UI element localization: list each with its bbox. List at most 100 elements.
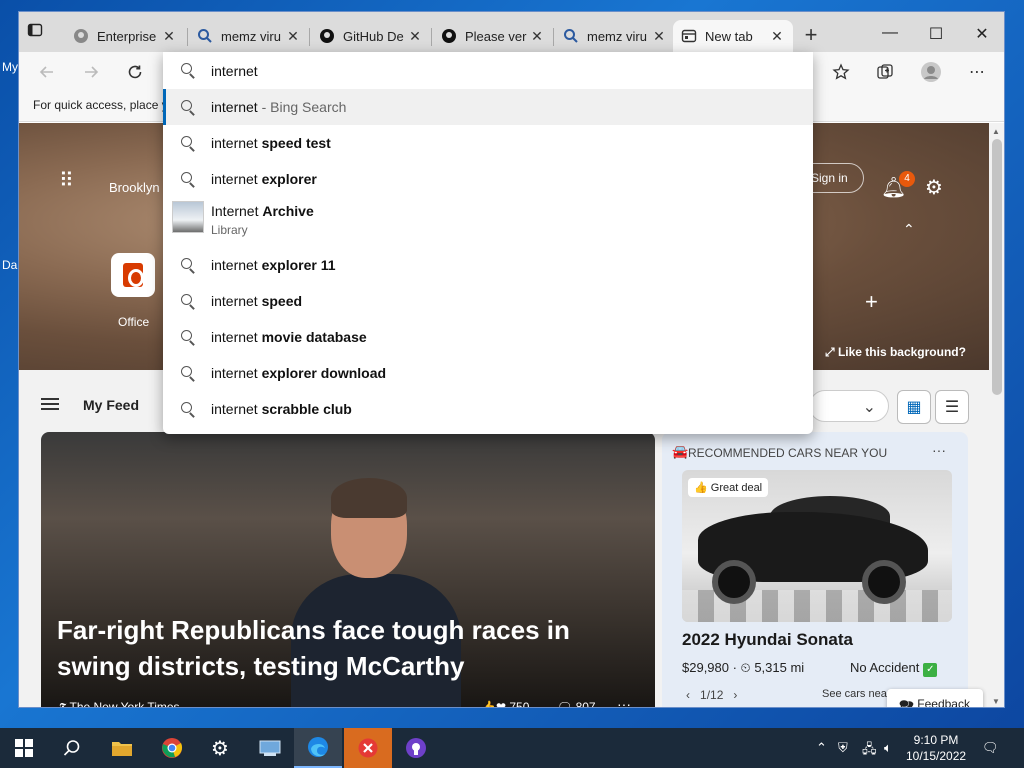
- maximize-button[interactable]: ☐: [921, 24, 951, 44]
- scroll-up-arrow[interactable]: ▲: [992, 127, 1000, 136]
- tab-github-de[interactable]: GitHub De ✕: [311, 20, 431, 52]
- red-x-app-button[interactable]: [344, 728, 392, 768]
- suggestion-item[interactable]: internet scrabble club: [163, 391, 813, 427]
- taskbar-search-button[interactable]: [48, 728, 96, 768]
- tab-close-button[interactable]: ✕: [407, 28, 423, 45]
- my-feed-tab[interactable]: My Feed: [83, 397, 139, 413]
- reactions-button[interactable]: 👍❤ 750: [481, 700, 529, 707]
- main-news-card[interactable]: Far-right Republicans face tough races i…: [41, 432, 655, 708]
- notification-center-icon[interactable]: 🗨: [982, 740, 999, 756]
- avatar-icon: [921, 62, 941, 82]
- article-source-name: The New York Times: [69, 700, 180, 708]
- article-more-button[interactable]: ···: [617, 696, 631, 707]
- tab-close-button[interactable]: ✕: [769, 28, 785, 45]
- address-input[interactable]: [211, 61, 771, 81]
- tab-memz-1[interactable]: memz viru ✕: [189, 20, 309, 52]
- forward-button[interactable]: [79, 60, 103, 84]
- chrome-button[interactable]: [148, 728, 196, 768]
- tab-close-button[interactable]: ✕: [529, 28, 545, 45]
- like-background-link[interactable]: ⤢ Like this background?: [825, 345, 966, 360]
- settings-more-button[interactable]: ⋯: [965, 60, 989, 84]
- tab-close-button[interactable]: ✕: [651, 28, 667, 45]
- suggestion-item[interactable]: internet explorer: [163, 161, 813, 197]
- tab-actions-icon: [27, 23, 43, 37]
- network-app-button[interactable]: [246, 728, 294, 768]
- search-icon-handle: [189, 182, 195, 188]
- no-accident-label: No Accident: [850, 660, 920, 675]
- volume-icon[interactable]: 🔈︎: [884, 740, 892, 756]
- grid-view-button[interactable]: ▦: [897, 390, 931, 424]
- article-source[interactable]: 𝕿 The New York Times: [59, 700, 180, 708]
- address-bar[interactable]: [163, 52, 813, 88]
- suggestion-item[interactable]: internet - Bing Search: [163, 89, 813, 125]
- article-headline[interactable]: Far-right Republicans face tough races i…: [57, 612, 627, 684]
- favorites-star-icon: [832, 63, 850, 80]
- file-explorer-button[interactable]: [98, 728, 146, 768]
- desktop-icon-label[interactable]: Da: [2, 258, 17, 272]
- pager-next-icon[interactable]: ›: [730, 688, 737, 702]
- suggestion-text: internet speed: [211, 293, 302, 309]
- feed-menu-icon[interactable]: [41, 398, 59, 410]
- tab-close-button[interactable]: ✕: [285, 28, 301, 45]
- tab-please-verify[interactable]: Please ver ✕: [433, 20, 553, 52]
- desktop-icon-label[interactable]: My: [2, 60, 18, 74]
- tab-enterprise[interactable]: Enterprise ✕: [65, 20, 185, 52]
- refresh-button[interactable]: [123, 60, 147, 84]
- more-dots-icon: ⋯: [969, 64, 985, 81]
- tray-shield-icon[interactable]: ⛨: [838, 740, 848, 756]
- car-title[interactable]: 2022 Hyundai Sonata: [682, 630, 853, 650]
- tab-new-tab[interactable]: New tab ✕: [673, 20, 793, 52]
- location-label[interactable]: Brooklyn: [109, 180, 160, 195]
- collections-button[interactable]: [873, 60, 897, 84]
- new-tab-button[interactable]: +: [799, 24, 823, 46]
- car-photo[interactable]: 👍 Great deal: [682, 470, 952, 622]
- collapse-caret-icon[interactable]: ⌃: [903, 221, 915, 238]
- feed-layout-dropdown[interactable]: ⌄: [809, 390, 889, 422]
- back-button[interactable]: [35, 60, 59, 84]
- suggestion-item[interactable]: internet speed: [163, 283, 813, 319]
- pager-prev-icon[interactable]: ‹: [686, 688, 693, 702]
- github-desktop-button[interactable]: [392, 728, 440, 768]
- suggestion-item[interactable]: internet movie database: [163, 319, 813, 355]
- suggestion-prefix: internet: [211, 365, 262, 381]
- cars-card-more-button[interactable]: ···: [932, 442, 946, 458]
- add-site-plus-icon[interactable]: +: [865, 289, 878, 315]
- page-settings-gear-icon[interactable]: ⚙: [925, 175, 943, 200]
- edge-button[interactable]: [294, 728, 342, 768]
- suggestion-item[interactable]: internet speed test: [163, 125, 813, 161]
- car-wheel-shape: [712, 560, 756, 604]
- suggestion-item[interactable]: internet explorer download: [163, 355, 813, 391]
- feedback-button[interactable]: 🗪 Feedback: [887, 689, 983, 707]
- comments-button[interactable]: 🗨 807: [557, 700, 596, 707]
- no-accident-status: No Accident ✓: [850, 660, 938, 677]
- settings-button[interactable]: ⚙: [196, 728, 244, 768]
- page-scrollbar[interactable]: ▲ ▼: [989, 123, 1004, 707]
- scroll-down-arrow[interactable]: ▼: [992, 697, 1000, 706]
- great-deal-badge: 👍 Great deal: [688, 478, 769, 497]
- show-hidden-icons-chevron-icon[interactable]: ⌃: [816, 740, 827, 756]
- network-icon[interactable]: 🖧: [862, 740, 877, 762]
- apps-launcher-icon[interactable]: ⠿: [59, 171, 75, 191]
- tab-close-button[interactable]: ✕: [161, 28, 177, 45]
- favorites-button[interactable]: [829, 60, 853, 84]
- tab-title: memz viru: [221, 28, 281, 44]
- suggestion-item[interactable]: Internet Archive Library: [163, 197, 813, 241]
- see-cars-link[interactable]: See cars nea: [822, 688, 887, 700]
- office-tile[interactable]: [111, 253, 155, 297]
- chevron-down-icon: ⌄: [862, 399, 876, 416]
- internet-archive-thumbnail: [172, 201, 204, 233]
- minimize-button[interactable]: —: [875, 24, 905, 42]
- scroll-thumb[interactable]: [992, 139, 1002, 395]
- profile-button[interactable]: [919, 60, 943, 84]
- tab-actions-button[interactable]: [27, 22, 57, 48]
- taskbar-clock[interactable]: 9:10 PM 10/15/2022: [906, 732, 966, 764]
- car-icon: 🚘: [672, 444, 689, 459]
- close-window-button[interactable]: ✕: [967, 24, 997, 44]
- tab-separator: [431, 28, 432, 46]
- tab-memz-2[interactable]: memz viru ✕: [555, 20, 675, 52]
- cars-card-header: RECOMMENDED CARS NEAR YOU: [688, 446, 888, 460]
- edge-icon: [308, 737, 328, 757]
- suggestion-item[interactable]: internet explorer 11: [163, 247, 813, 283]
- start-button[interactable]: [0, 728, 48, 768]
- list-view-button[interactable]: ☰: [935, 390, 969, 424]
